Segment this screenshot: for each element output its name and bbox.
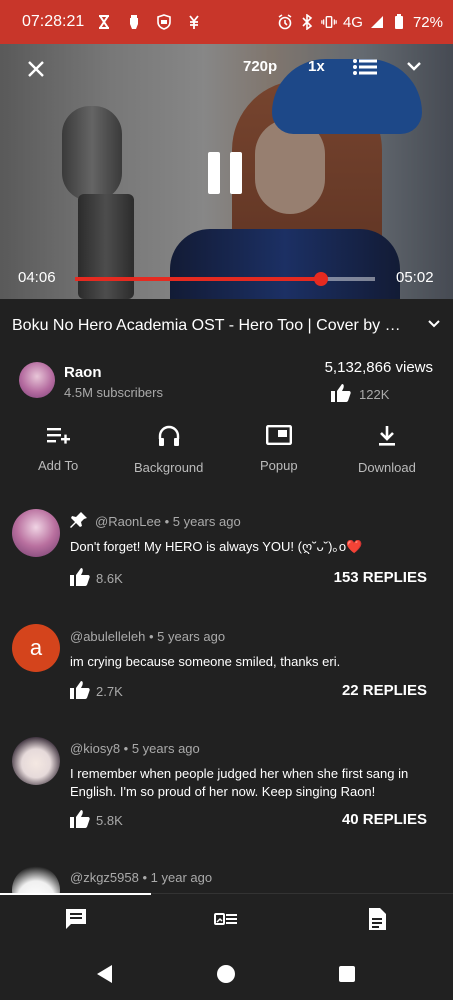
comment-like-count: 8.6K <box>96 571 123 586</box>
headphones-icon <box>157 425 181 452</box>
vibrate-icon <box>321 14 337 30</box>
thumbs-up-icon <box>70 810 90 831</box>
comment-item: @zkgz5958 • 1 year ago <box>0 866 453 893</box>
comment-like-button[interactable]: 5.8K <box>70 810 123 831</box>
thumbs-up-icon <box>70 681 90 702</box>
seek-bar[interactable] <box>75 272 375 286</box>
comment-replies-button[interactable]: 153 REPLIES <box>334 569 427 586</box>
comment-age: 5 years ago <box>131 741 200 756</box>
battery-icon <box>391 14 407 30</box>
comment-replies-button[interactable]: 40 REPLIES <box>342 811 427 828</box>
queue-list-icon[interactable] <box>353 58 377 81</box>
active-tab-indicator <box>0 893 151 895</box>
playback-speed-button[interactable]: 1x <box>308 58 325 75</box>
comment-handle[interactable]: @RaonLee <box>95 514 161 529</box>
system-navigation-bar <box>0 948 453 1000</box>
thumbs-up-icon <box>70 568 90 589</box>
comment-text: Don't forget! My HERO is always YOU! (ღ˘… <box>70 539 363 554</box>
action-bar: Add To Background Popup Download <box>0 425 453 475</box>
video-title: Boku No Hero Academia OST - Hero Too | C… <box>12 317 412 334</box>
hourglass-icon <box>96 14 112 30</box>
comment-meta: @abulelleleh • 5 years ago <box>70 629 226 644</box>
pause-icon[interactable] <box>208 152 246 194</box>
close-icon[interactable] <box>22 55 50 83</box>
fist-icon <box>126 14 142 30</box>
comment-meta: @RaonLee • 5 years ago <box>95 514 241 529</box>
subscriber-count: 4.5M subscribers <box>64 385 163 400</box>
video-like-button[interactable]: 122K <box>331 384 389 405</box>
back-icon[interactable] <box>93 962 117 986</box>
pin-icon <box>70 511 88 534</box>
playlist-add-icon <box>46 425 71 450</box>
expand-description-chevron-icon[interactable] <box>426 316 442 337</box>
channel-name[interactable]: Raon <box>64 364 102 381</box>
seek-bar-progress <box>75 277 321 281</box>
comment-avatar[interactable] <box>12 737 60 785</box>
tab-related[interactable] <box>211 906 241 936</box>
video-title-row[interactable]: Boku No Hero Academia OST - Hero Too | C… <box>12 312 442 340</box>
description-icon <box>367 907 387 936</box>
comment-like-button[interactable]: 8.6K <box>70 568 123 589</box>
quality-button[interactable]: 720p <box>243 58 277 75</box>
duration: 05:02 <box>396 269 434 286</box>
video-like-count: 122K <box>359 387 390 402</box>
home-icon[interactable] <box>214 962 238 986</box>
minimize-chevron-icon[interactable] <box>404 56 424 81</box>
background-button[interactable]: Background <box>134 425 203 475</box>
download-icon <box>377 425 397 452</box>
signal-icon <box>369 14 385 30</box>
comment-avatar[interactable] <box>12 866 60 893</box>
comment-meta: @kiosy8 • 5 years ago <box>70 741 200 756</box>
popup-button[interactable]: Popup <box>260 425 298 473</box>
comment-handle[interactable]: @abulelleleh <box>70 629 145 644</box>
comment-like-button[interactable]: 2.7K <box>70 681 123 702</box>
recent-apps-icon[interactable] <box>335 962 359 986</box>
download-button[interactable]: Download <box>358 425 416 475</box>
background-label: Background <box>134 460 204 475</box>
popup-label: Popup <box>260 458 298 473</box>
thumbs-up-icon <box>331 384 351 405</box>
comment-like-count: 2.7K <box>96 684 123 699</box>
comment-handle[interactable]: @kiosy8 <box>70 741 120 756</box>
bluetooth-icon <box>299 14 315 30</box>
money-icon <box>186 14 202 30</box>
alarm-icon <box>277 14 293 30</box>
comment-replies-button[interactable]: 22 REPLIES <box>342 682 427 699</box>
comment-age: 1 year ago <box>150 870 213 885</box>
network-type: 4G <box>342 13 363 31</box>
video-player[interactable]: 720p 1x 04:06 05:02 <box>0 44 453 299</box>
comment-age: 5 years ago <box>157 629 226 644</box>
comment-age: 5 years ago <box>172 514 241 529</box>
add-to-label: Add To <box>38 458 79 473</box>
status-bar: 07:28:21 4G 72% <box>0 0 453 44</box>
comment-text: im crying because someone smiled, thanks… <box>70 654 341 669</box>
comment-meta: @zkgz5958 • 1 year ago <box>70 870 213 885</box>
related-items-icon <box>214 911 238 932</box>
download-label: Download <box>358 460 416 475</box>
comment-handle[interactable]: @zkgz5958 <box>70 870 139 885</box>
popup-icon <box>265 425 292 450</box>
channel-avatar[interactable] <box>19 362 55 398</box>
view-count: 5,132,866 views <box>324 359 433 376</box>
comment-text: I remember when people judged her when s… <box>70 766 409 799</box>
shield-icon <box>156 14 172 30</box>
current-time: 04:06 <box>18 269 56 286</box>
status-time: 07:28:21 <box>22 13 85 30</box>
comment-like-count: 5.8K <box>96 813 123 828</box>
add-to-button[interactable]: Add To <box>38 425 78 473</box>
bottom-tab-bar <box>0 893 453 948</box>
seek-bar-thumb[interactable] <box>314 272 328 286</box>
comment-avatar[interactable] <box>12 509 60 557</box>
player-top-controls <box>0 44 453 94</box>
comment-icon <box>64 907 88 936</box>
comment-avatar[interactable]: a <box>12 624 60 672</box>
tab-description[interactable] <box>362 906 392 936</box>
battery-level: 72% <box>412 13 443 31</box>
tab-comments[interactable] <box>61 906 91 936</box>
